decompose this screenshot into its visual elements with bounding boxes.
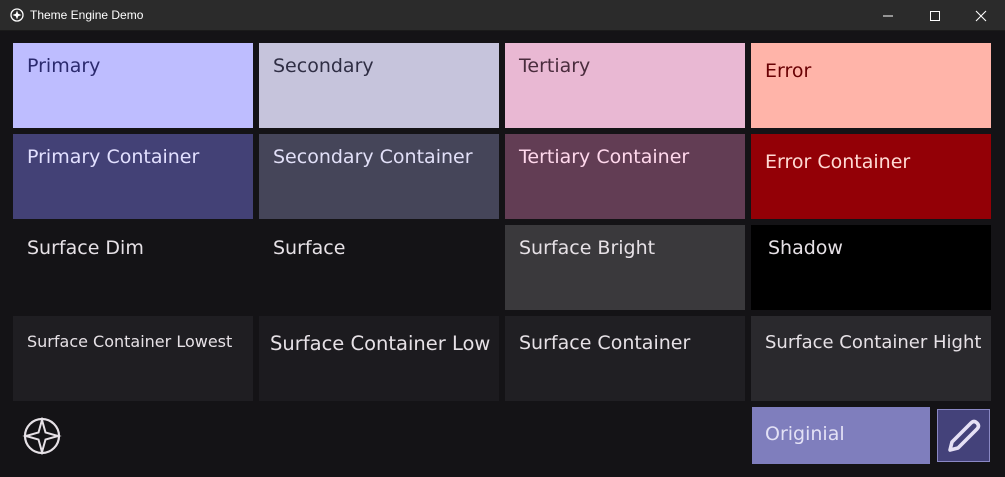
tile-label: Surface Container Hight: [765, 332, 982, 353]
tile-label: Surface Container Low: [270, 332, 491, 355]
tile-tertiary: Tertiary: [505, 43, 745, 128]
tile-surface-dim: Surface Dim: [13, 225, 253, 310]
tile-surface-container-low: Surface Container Low: [259, 316, 499, 401]
edit-theme-button[interactable]: [937, 409, 990, 462]
title-bar: Theme Engine Demo: [0, 0, 1005, 31]
tile-error: Error: [751, 43, 991, 128]
maximize-icon: [930, 10, 940, 21]
tile-label: Surface Dim: [27, 237, 144, 259]
tile-primary-container: Primary Container: [13, 134, 253, 219]
tile-label: Tertiary Container: [519, 146, 690, 168]
maximize-button[interactable]: [912, 0, 958, 31]
tile-label: Surface Container: [519, 332, 691, 354]
tile-label: Error: [765, 60, 812, 82]
tile-label: Surface Bright: [519, 237, 656, 259]
tile-label: Secondary Container: [273, 146, 473, 168]
tile-label: Secondary: [273, 55, 374, 77]
close-button[interactable]: [958, 0, 1004, 31]
tile-label: Surface Container Lowest: [27, 332, 233, 351]
tile-label: Primary: [27, 55, 101, 77]
tile-label: Error Container: [765, 151, 911, 173]
tile-shadow: Shadow: [751, 225, 991, 310]
tile-surface-bright: Surface Bright: [505, 225, 745, 310]
tile-surface-container: Surface Container: [505, 316, 745, 401]
tile-label: Tertiary: [519, 55, 591, 77]
tile-secondary: Secondary: [259, 43, 499, 128]
original-theme-button[interactable]: Originial: [752, 407, 930, 464]
tile-surface: Surface: [259, 225, 499, 310]
tile-tertiary-container: Tertiary Container: [505, 134, 745, 219]
tile-error-container: Error Container: [751, 134, 991, 219]
tile-primary: Primary: [13, 43, 253, 128]
tile-label: Primary Container: [27, 146, 200, 168]
minimize-button[interactable]: [865, 0, 911, 31]
theme-engine-icon: [10, 8, 24, 22]
minimize-icon: [883, 15, 893, 16]
pencil-icon: [947, 419, 980, 452]
compass-star-icon: [22, 416, 62, 456]
original-button-label: Originial: [765, 423, 845, 445]
tile-surface-container-lowest: Surface Container Lowest: [13, 316, 253, 401]
tile-surface-container-hight: Surface Container Hight: [751, 316, 991, 401]
close-icon: [975, 10, 987, 21]
tile-secondary-container: Secondary Container: [259, 134, 499, 219]
tile-label: Surface: [273, 237, 346, 259]
tile-label: Shadow: [768, 237, 843, 259]
logo-button[interactable]: [22, 416, 62, 456]
window-title: Theme Engine Demo: [30, 8, 144, 22]
